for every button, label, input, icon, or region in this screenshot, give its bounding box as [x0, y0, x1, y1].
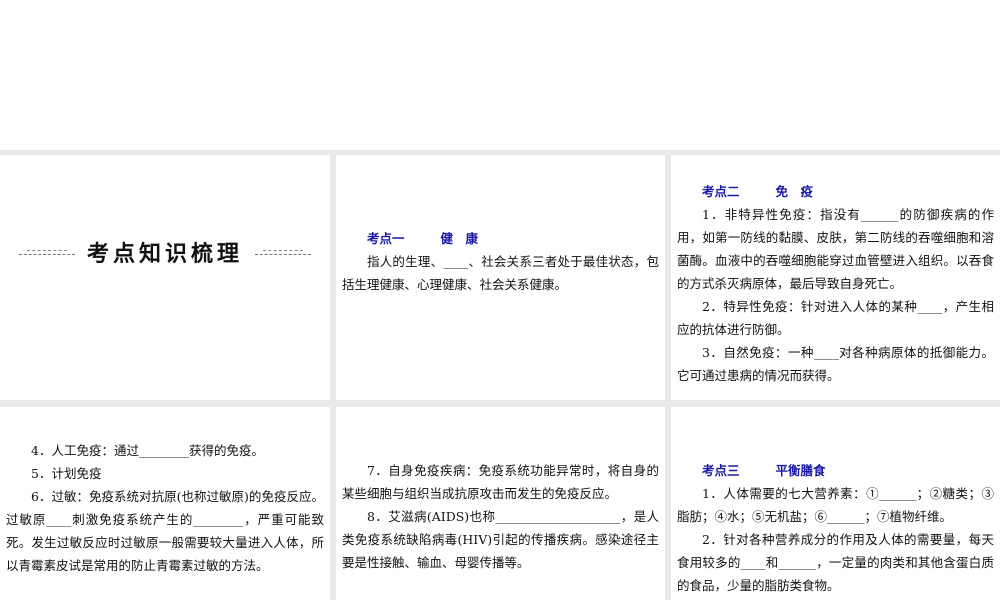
- paragraph: 1．人体需要的七大营养素：①______；②糖类；③脂肪；④水；⑤无机盐；⑥__…: [677, 486, 994, 524]
- paragraph: 2．特异性免疫：针对进入人体的某种____，产生相应的抗体进行防御。: [677, 299, 994, 337]
- slide-thumbnail-5[interactable]: 7．自身免疫疾病：免疫系统功能异常时，将自身的某些细胞与组织当成抗原攻击而发生的…: [336, 407, 665, 600]
- slide-body: 7．自身免疫疾病：免疫系统功能异常时，将自身的某些细胞与组织当成抗原攻击而发生的…: [342, 459, 659, 574]
- heading-topic: 平衡膳食: [775, 463, 826, 478]
- slide-thumbnail-4[interactable]: 4．人工免疫：通过________获得的免疫。 5．计划免疫 6．过敏：免疫系统…: [0, 407, 330, 600]
- paragraph: 1．非特异性免疫：指没有______的防御疾病的作用，如第一防线的黏膜、皮肤，第…: [677, 207, 994, 291]
- section-title: 考点知识梳理: [86, 242, 243, 267]
- topic-heading: 考点一 健 康: [342, 227, 659, 250]
- slide-thumbnail-3[interactable]: 考点二 免 疫 1．非特异性免疫：指没有______的防御疾病的作用，如第一防线的…: [671, 155, 1000, 400]
- slide-body: 考点一 健 康 指人的生理、____、社会关系三者处于最佳状态，包括生理健康、心理…: [342, 227, 659, 296]
- topic-heading: 考点二 免 疫: [677, 180, 994, 203]
- slide-body: 4．人工免疫：通过________获得的免疫。 5．计划免疫 6．过敏：免疫系统…: [6, 439, 324, 577]
- slide-body: 考点三 平衡膳食 1．人体需要的七大营养素：①______；②糖类；③脂肪；④水；…: [677, 459, 994, 597]
- heading-topic: 健 康: [440, 231, 479, 246]
- paragraph: 3．自然免疫：一种____对各种病原体的抵御能力。它可通过患病的情况而获得。: [677, 345, 994, 383]
- dashed-line-right: [255, 250, 311, 255]
- dashed-line-left: [18, 250, 75, 255]
- paragraph: 4．人工免疫：通过________获得的免疫。: [31, 443, 264, 458]
- slide-grid: 考点知识梳理 考点一 健 康 指人的生理、____、社会关系三者处于最佳状态，包括…: [0, 150, 1000, 600]
- section-title-row: 考点知识梳理: [0, 243, 330, 266]
- paragraph: 2．针对各种营养成分的作用及人体的需要量，每天食用较多的____和______，…: [677, 532, 994, 593]
- slide-thumbnail-6[interactable]: 考点三 平衡膳食 1．人体需要的七大营养素：①______；②糖类；③脂肪；④水；…: [671, 407, 1000, 600]
- heading-topic: 免 疫: [775, 184, 814, 199]
- topic-heading: 考点三 平衡膳食: [677, 459, 994, 482]
- heading-label: 考点一: [367, 231, 405, 246]
- paragraph: 8．艾滋病(AIDS)也称____________________，是人类免疫系…: [342, 509, 659, 570]
- slide-thumbnail-1[interactable]: 考点知识梳理: [0, 155, 330, 400]
- paragraph: 指人的生理、____、社会关系三者处于最佳状态，包括生理健康、心理健康、社会关系…: [342, 254, 659, 292]
- paragraph: 6．过敏：免疫系统对抗原(也称过敏原)的免疫反应。过敏原____刺激免疫系统产生…: [6, 489, 324, 573]
- blank-area: [0, 0, 1000, 150]
- slide-body: 考点二 免 疫 1．非特异性免疫：指没有______的防御疾病的作用，如第一防线的…: [677, 180, 994, 387]
- heading-label: 考点二: [702, 184, 740, 199]
- heading-label: 考点三: [702, 463, 740, 478]
- paragraph: 7．自身免疫疾病：免疫系统功能异常时，将自身的某些细胞与组织当成抗原攻击而发生的…: [342, 463, 659, 501]
- slide-thumbnail-2[interactable]: 考点一 健 康 指人的生理、____、社会关系三者处于最佳状态，包括生理健康、心理…: [336, 155, 665, 400]
- paragraph: 5．计划免疫: [31, 466, 102, 481]
